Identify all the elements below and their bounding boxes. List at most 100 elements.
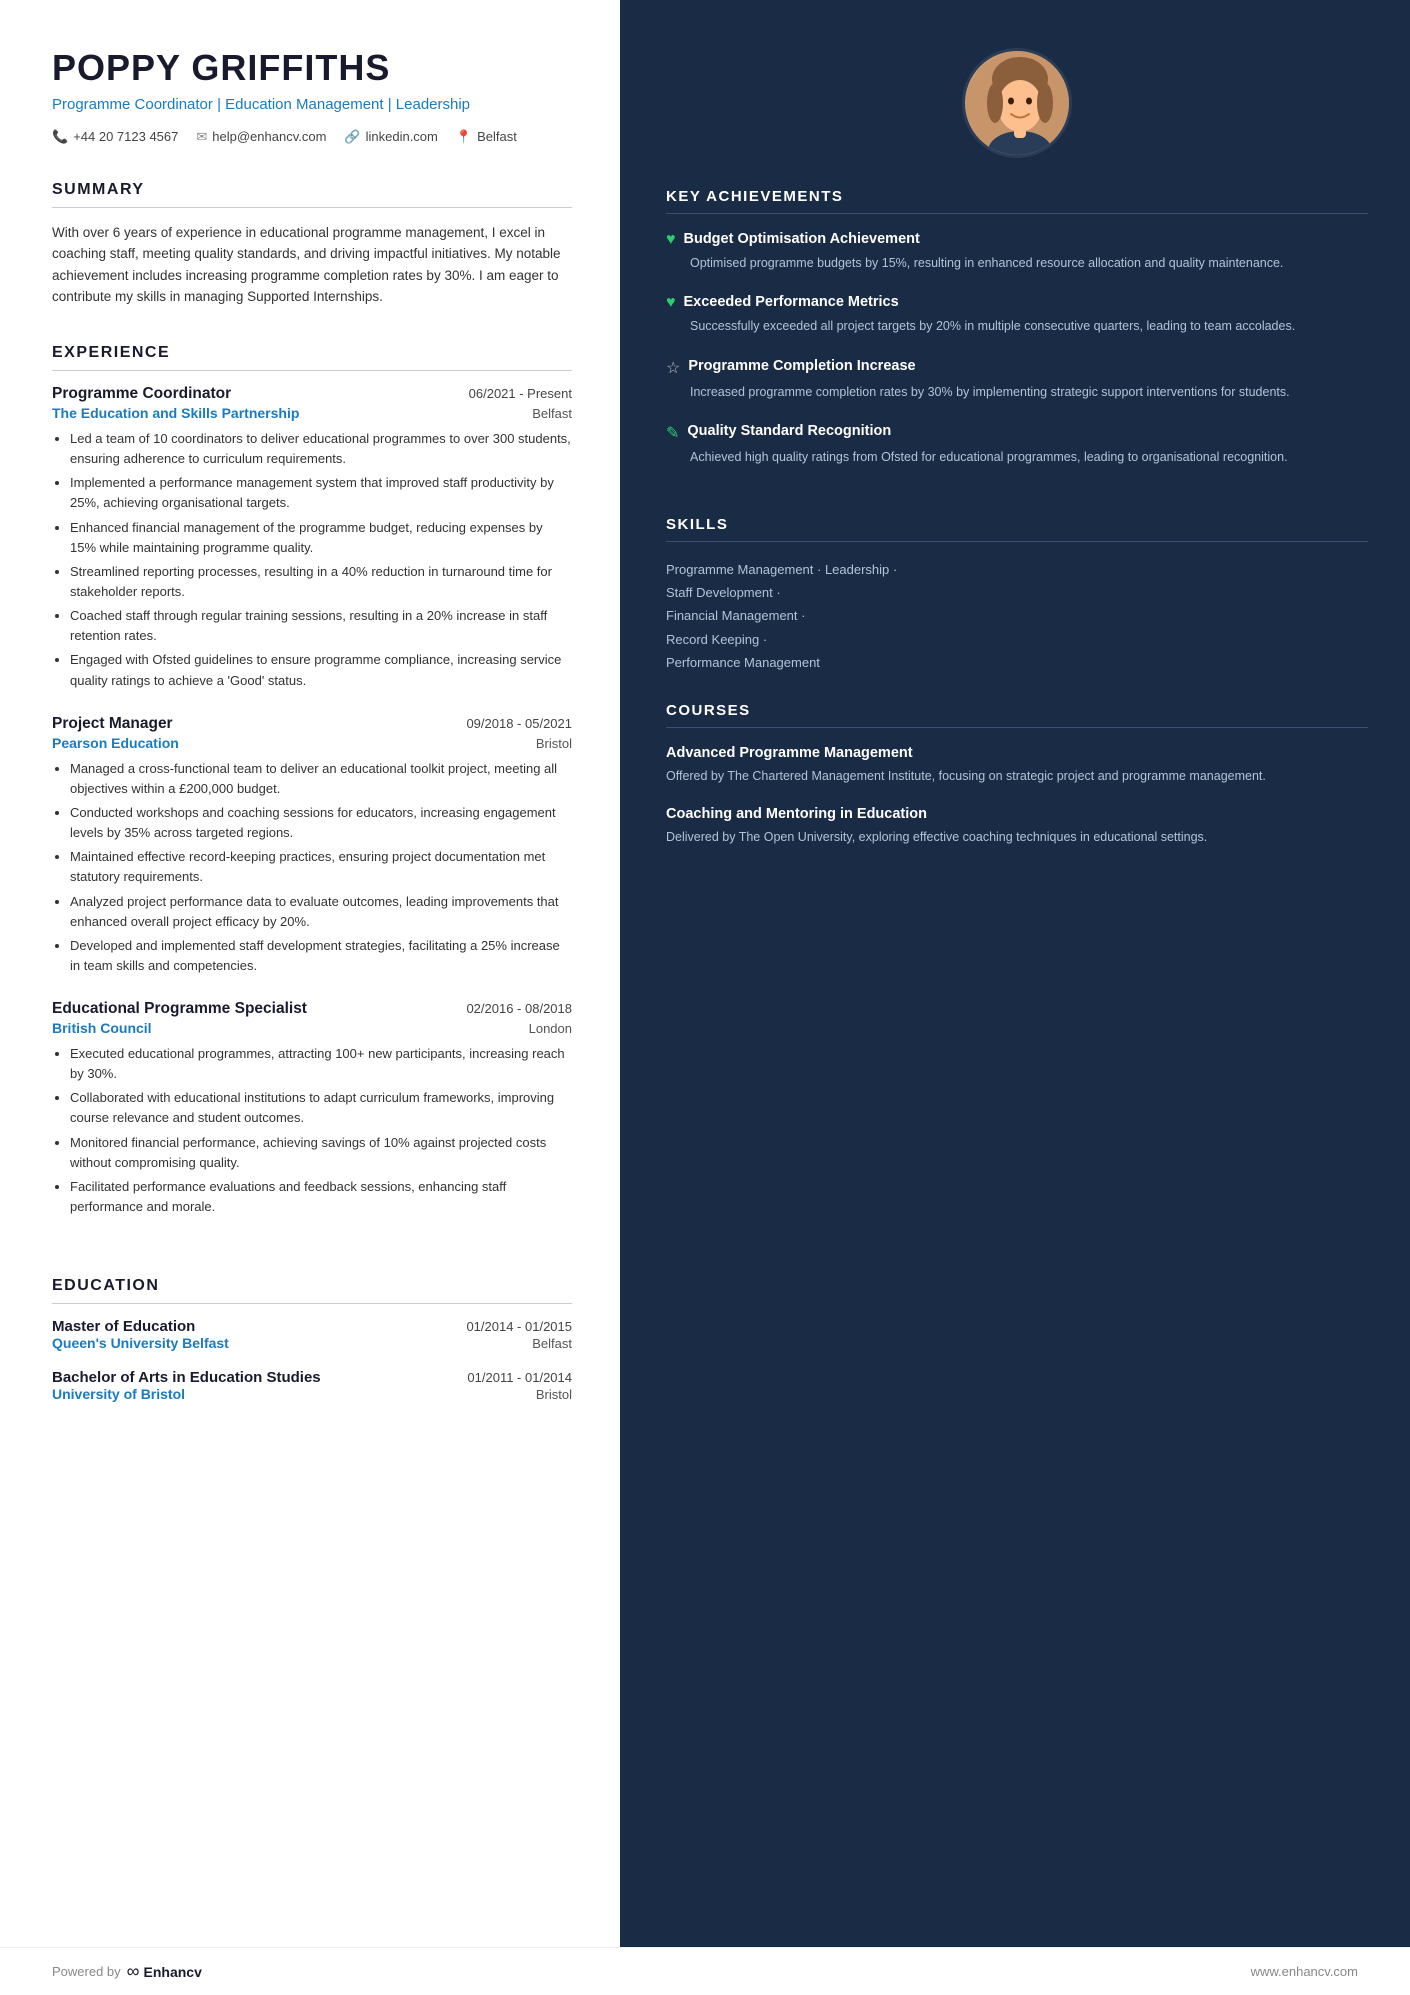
- achievement-3: ☆ Programme Completion Increase Increase…: [666, 357, 1368, 402]
- bullet: Managed a cross-functional team to deliv…: [70, 759, 572, 799]
- achievement-2: ♥ Exceeded Performance Metrics Successfu…: [666, 293, 1368, 336]
- edu-degree-2: Bachelor of Arts in Education Studies: [52, 1369, 321, 1386]
- bullet: Coached staff through regular training s…: [70, 606, 572, 646]
- exp-date-2: 09/2018 - 05/2021: [466, 716, 572, 731]
- exp-item-2: Project Manager 09/2018 - 05/2021 Pearso…: [52, 715, 572, 976]
- phone-icon: 📞: [52, 129, 68, 145]
- ach-desc-3: Increased programme completion rates by …: [690, 383, 1368, 402]
- exp-item-3: Educational Programme Specialist 02/2016…: [52, 1000, 572, 1217]
- phone-item: 📞 +44 20 7123 4567: [52, 129, 178, 145]
- edu-school-row-2: University of Bristol Bristol: [52, 1386, 572, 1402]
- bullet: Monitored financial performance, achievi…: [70, 1133, 572, 1173]
- contact-row: 📞 +44 20 7123 4567 ✉ help@enhancv.com 🔗 …: [52, 129, 572, 145]
- edu-item-2: Bachelor of Arts in Education Studies 01…: [52, 1369, 572, 1402]
- powered-by-text: Powered by: [52, 1964, 121, 1979]
- education-title: EDUCATION: [52, 1277, 572, 1304]
- ach-title-2: Exceeded Performance Metrics: [684, 293, 899, 312]
- course-desc-2: Delivered by The Open University, explor…: [666, 828, 1368, 847]
- footer-left: Powered by ∞ Enhancv: [52, 1961, 202, 1982]
- star-icon: ☆: [666, 358, 680, 378]
- ach-desc-2: Successfully exceeded all project target…: [690, 317, 1368, 336]
- candidate-title: Programme Coordinator | Education Manage…: [52, 94, 572, 115]
- exp-location-3: London: [529, 1021, 572, 1036]
- ach-header-1: ♥ Budget Optimisation Achievement: [666, 230, 1368, 249]
- ach-title-4: Quality Standard Recognition: [687, 422, 891, 441]
- location-text: Belfast: [477, 129, 517, 144]
- exp-item-1: Programme Coordinator 06/2021 - Present …: [52, 385, 572, 691]
- ach-title-3: Programme Completion Increase: [688, 357, 915, 376]
- skills-section: SKILLS Programme Management · Leadership…: [666, 516, 1368, 675]
- bullet: Maintained effective record-keeping prac…: [70, 847, 572, 887]
- experience-title: EXPERIENCE: [52, 344, 572, 371]
- heart-icon-2: ♥: [666, 294, 676, 312]
- exp-title-2: Project Manager: [52, 715, 173, 733]
- edu-school-row-1: Queen's University Belfast Belfast: [52, 1335, 572, 1351]
- achievement-1: ♥ Budget Optimisation Achievement Optimi…: [666, 230, 1368, 273]
- edu-date-1: 01/2014 - 01/2015: [466, 1319, 572, 1334]
- bullet: Collaborated with educational institutio…: [70, 1088, 572, 1128]
- heart-icon-1: ♥: [666, 231, 676, 249]
- experience-section: EXPERIENCE Programme Coordinator 06/2021…: [52, 344, 572, 1241]
- header-section: POPPY GRIFFITHS Programme Coordinator | …: [52, 48, 572, 145]
- edu-date-2: 01/2011 - 01/2014: [467, 1370, 572, 1385]
- exp-date-3: 02/2016 - 08/2018: [466, 1001, 572, 1016]
- skill-line-5: Performance Management: [666, 651, 1368, 674]
- exp-title-1: Programme Coordinator: [52, 385, 231, 403]
- website-item: 🔗 linkedin.com: [344, 129, 437, 145]
- exp-company-row-2: Pearson Education Bristol: [52, 733, 572, 751]
- achievements-section: KEY ACHIEVEMENTS ♥ Budget Optimisation A…: [666, 188, 1368, 488]
- brand-name: Enhancv: [144, 1964, 202, 1980]
- footer-website: www.enhancv.com: [1251, 1964, 1358, 1979]
- bullet: Engaged with Ofsted guidelines to ensure…: [70, 650, 572, 690]
- pencil-icon: ✎: [666, 423, 679, 443]
- ach-desc-1: Optimised programme budgets by 15%, resu…: [690, 254, 1368, 273]
- summary-section: SUMMARY With over 6 years of experience …: [52, 181, 572, 308]
- exp-header-3: Educational Programme Specialist 02/2016…: [52, 1000, 572, 1018]
- exp-company-3: British Council: [52, 1020, 152, 1036]
- edu-location-2: Bristol: [536, 1387, 572, 1402]
- email-address: help@enhancv.com: [212, 129, 326, 144]
- exp-company-2: Pearson Education: [52, 735, 179, 751]
- summary-title: SUMMARY: [52, 181, 572, 208]
- edu-item-1: Master of Education 01/2014 - 01/2015 Qu…: [52, 1318, 572, 1351]
- left-column: POPPY GRIFFITHS Programme Coordinator | …: [0, 0, 620, 1995]
- summary-text: With over 6 years of experience in educa…: [52, 222, 572, 308]
- exp-header-2: Project Manager 09/2018 - 05/2021: [52, 715, 572, 733]
- bullet: Executed educational programmes, attract…: [70, 1044, 572, 1084]
- course-title-2: Coaching and Mentoring in Education: [666, 805, 1368, 824]
- exp-company-row-1: The Education and Skills Partnership Bel…: [52, 403, 572, 421]
- exp-location-2: Bristol: [536, 736, 572, 751]
- phone-number: +44 20 7123 4567: [73, 129, 178, 144]
- skill-line-1: Programme Management · Leadership ·: [666, 558, 1368, 581]
- email-icon: ✉: [196, 129, 207, 145]
- skill-list: Programme Management · Leadership · Staf…: [666, 558, 1368, 675]
- exp-date-1: 06/2021 - Present: [469, 386, 572, 401]
- courses-section: COURSES Advanced Programme Management Of…: [666, 702, 1368, 864]
- right-column: KEY ACHIEVEMENTS ♥ Budget Optimisation A…: [620, 0, 1410, 1995]
- course-1: Advanced Programme Management Offered by…: [666, 744, 1368, 786]
- logo-symbol: ∞: [127, 1961, 140, 1982]
- avatar-container: [666, 48, 1368, 158]
- bullet: Led a team of 10 coordinators to deliver…: [70, 429, 572, 469]
- avatar: [962, 48, 1072, 158]
- location-icon: 📍: [456, 129, 472, 145]
- edu-school-1: Queen's University Belfast: [52, 1335, 229, 1351]
- exp-company-1: The Education and Skills Partnership: [52, 405, 299, 421]
- edu-degree-1: Master of Education: [52, 1318, 195, 1335]
- skill-line-2: Staff Development ·: [666, 581, 1368, 604]
- bullet: Streamlined reporting processes, resulti…: [70, 562, 572, 602]
- skill-line-4: Record Keeping ·: [666, 628, 1368, 651]
- exp-bullets-1: Led a team of 10 coordinators to deliver…: [52, 429, 572, 691]
- enhancv-logo: ∞ Enhancv: [127, 1961, 202, 1982]
- website-url: linkedin.com: [366, 129, 438, 144]
- bullet: Conducted workshops and coaching session…: [70, 803, 572, 843]
- exp-company-row-3: British Council London: [52, 1018, 572, 1036]
- achievements-title: KEY ACHIEVEMENTS: [666, 188, 1368, 214]
- bullet: Implemented a performance management sys…: [70, 473, 572, 513]
- course-desc-1: Offered by The Chartered Management Inst…: [666, 767, 1368, 786]
- edu-school-2: University of Bristol: [52, 1386, 185, 1402]
- edu-header-1: Master of Education 01/2014 - 01/2015: [52, 1318, 572, 1335]
- ach-header-3: ☆ Programme Completion Increase: [666, 357, 1368, 378]
- location-item: 📍 Belfast: [456, 129, 517, 145]
- bullet: Enhanced financial management of the pro…: [70, 518, 572, 558]
